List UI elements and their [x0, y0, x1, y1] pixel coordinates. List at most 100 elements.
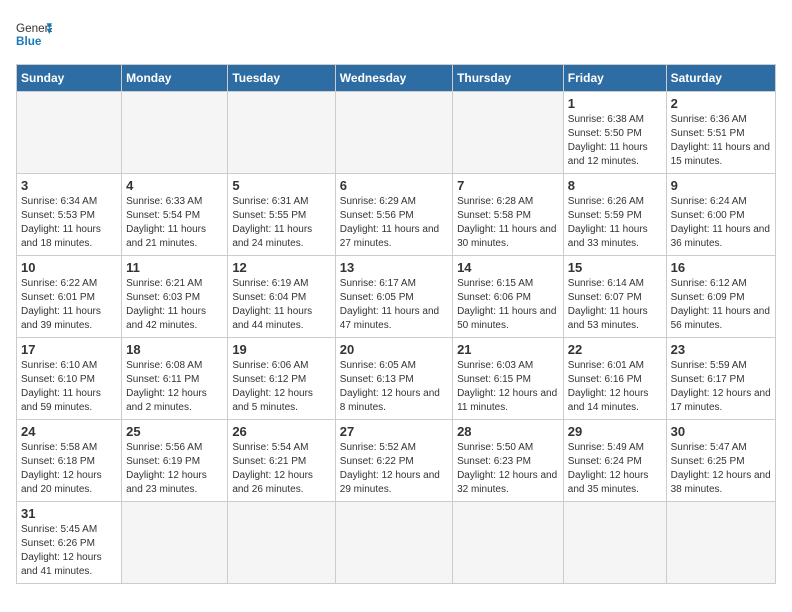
day-cell: 22Sunrise: 6:01 AM Sunset: 6:16 PM Dayli… — [563, 338, 666, 420]
day-cell: 17 Sunrise: 6:10 AM Sunset: 6:10 PM Dayli… — [17, 338, 122, 420]
svg-text:General: General — [16, 22, 52, 35]
day-number: 12 — [232, 260, 330, 275]
day-info: Sunrise: 6:34 AM Sunset: 5:53 PM Dayligh… — [21, 195, 117, 251]
day-number: 19 — [232, 342, 330, 357]
day-cell — [122, 92, 228, 174]
header-day-monday: Monday — [122, 65, 228, 92]
day-cell: 1 Sunrise: 6:38 AM Sunset: 5:50 PM Daylig… — [563, 92, 666, 174]
day-number: 26 — [232, 424, 330, 439]
day-cell: 20 Sunrise: 6:05 AM Sunset: 6:13 PM Dayli… — [335, 338, 452, 420]
day-cell: 10 Sunrise: 6:22 AM Sunset: 6:01 PM Dayli… — [17, 256, 122, 338]
day-info: Sunrise: 6:03 AM Sunset: 6:15 PM Dayligh… — [457, 359, 559, 415]
day-cell: 11 Sunrise: 6:21 AM Sunset: 6:03 PM Dayli… — [122, 256, 228, 338]
day-info: Sunrise: 5:54 AM Sunset: 6:21 PM Dayligh… — [232, 441, 330, 497]
day-info: Sunrise: 5:49 AM Sunset: 6:24 PM Dayligh… — [568, 441, 662, 497]
day-cell: 19 Sunrise: 6:06 AM Sunset: 6:12 PM Dayli… — [228, 338, 335, 420]
day-cell: 4 Sunrise: 6:33 AM Sunset: 5:54 PM Daylig… — [122, 174, 228, 256]
day-number: 27 — [340, 424, 448, 439]
day-info: Sunrise: 5:59 AM Sunset: 6:17 PM Dayligh… — [671, 359, 771, 415]
calendar-table: SundayMondayTuesdayWednesdayThursdayFrid… — [16, 64, 776, 584]
day-info: Sunrise: 6:33 AM Sunset: 5:54 PM Dayligh… — [126, 195, 223, 251]
week-row-4: 24Sunrise: 5:58 AM Sunset: 6:18 PM Dayli… — [17, 420, 776, 502]
day-info: Sunrise: 6:26 AM Sunset: 5:59 PM Dayligh… — [568, 195, 662, 251]
week-row-1: 3 Sunrise: 6:34 AM Sunset: 5:53 PM Daylig… — [17, 174, 776, 256]
day-cell — [563, 502, 666, 584]
day-info: Sunrise: 5:52 AM Sunset: 6:22 PM Dayligh… — [340, 441, 448, 497]
day-number: 1 — [568, 96, 662, 111]
day-cell: 31Sunrise: 5:45 AM Sunset: 6:26 PM Dayli… — [17, 502, 122, 584]
day-info: Sunrise: 6:36 AM Sunset: 5:51 PM Dayligh… — [671, 113, 771, 169]
day-info: Sunrise: 6:08 AM Sunset: 6:11 PM Dayligh… — [126, 359, 223, 415]
day-cell — [335, 92, 452, 174]
day-cell: 18 Sunrise: 6:08 AM Sunset: 6:11 PM Dayli… — [122, 338, 228, 420]
day-number: 16 — [671, 260, 771, 275]
header-row: SundayMondayTuesdayWednesdayThursdayFrid… — [17, 65, 776, 92]
day-info: Sunrise: 5:45 AM Sunset: 6:26 PM Dayligh… — [21, 523, 117, 579]
svg-text:Blue: Blue — [16, 35, 42, 48]
day-number: 23 — [671, 342, 771, 357]
header-day-thursday: Thursday — [453, 65, 564, 92]
header-day-tuesday: Tuesday — [228, 65, 335, 92]
day-number: 17 — [21, 342, 117, 357]
header-day-saturday: Saturday — [666, 65, 775, 92]
day-number: 11 — [126, 260, 223, 275]
day-info: Sunrise: 6:17 AM Sunset: 6:05 PM Dayligh… — [340, 277, 448, 333]
day-cell: 9 Sunrise: 6:24 AM Sunset: 6:00 PM Daylig… — [666, 174, 775, 256]
day-number: 30 — [671, 424, 771, 439]
day-cell: 2 Sunrise: 6:36 AM Sunset: 5:51 PM Daylig… — [666, 92, 775, 174]
day-cell — [17, 92, 122, 174]
day-cell: 28Sunrise: 5:50 AM Sunset: 6:23 PM Dayli… — [453, 420, 564, 502]
day-number: 4 — [126, 178, 223, 193]
day-info: Sunrise: 6:10 AM Sunset: 6:10 PM Dayligh… — [21, 359, 117, 415]
day-number: 29 — [568, 424, 662, 439]
day-number: 13 — [340, 260, 448, 275]
day-number: 8 — [568, 178, 662, 193]
week-row-5: 31Sunrise: 5:45 AM Sunset: 6:26 PM Dayli… — [17, 502, 776, 584]
day-info: Sunrise: 6:28 AM Sunset: 5:58 PM Dayligh… — [457, 195, 559, 251]
day-info: Sunrise: 6:21 AM Sunset: 6:03 PM Dayligh… — [126, 277, 223, 333]
day-cell: 25 Sunrise: 5:56 AM Sunset: 6:19 PM Dayli… — [122, 420, 228, 502]
day-number: 21 — [457, 342, 559, 357]
day-number: 20 — [340, 342, 448, 357]
day-number: 14 — [457, 260, 559, 275]
day-cell: 3 Sunrise: 6:34 AM Sunset: 5:53 PM Daylig… — [17, 174, 122, 256]
day-number: 3 — [21, 178, 117, 193]
day-number: 9 — [671, 178, 771, 193]
day-number: 2 — [671, 96, 771, 111]
day-cell: 27 Sunrise: 5:52 AM Sunset: 6:22 PM Dayli… — [335, 420, 452, 502]
logo-icon: General Blue — [16, 16, 52, 52]
day-info: Sunrise: 6:29 AM Sunset: 5:56 PM Dayligh… — [340, 195, 448, 251]
day-cell — [228, 92, 335, 174]
day-number: 5 — [232, 178, 330, 193]
day-cell: 5 Sunrise: 6:31 AM Sunset: 5:55 PM Daylig… — [228, 174, 335, 256]
day-info: Sunrise: 6:06 AM Sunset: 6:12 PM Dayligh… — [232, 359, 330, 415]
day-info: Sunrise: 6:22 AM Sunset: 6:01 PM Dayligh… — [21, 277, 117, 333]
day-cell: 30Sunrise: 5:47 AM Sunset: 6:25 PM Dayli… — [666, 420, 775, 502]
day-info: Sunrise: 6:24 AM Sunset: 6:00 PM Dayligh… — [671, 195, 771, 251]
day-info: Sunrise: 6:05 AM Sunset: 6:13 PM Dayligh… — [340, 359, 448, 415]
day-info: Sunrise: 5:56 AM Sunset: 6:19 PM Dayligh… — [126, 441, 223, 497]
day-number: 7 — [457, 178, 559, 193]
day-cell: 29 Sunrise: 5:49 AM Sunset: 6:24 PM Dayli… — [563, 420, 666, 502]
day-cell — [122, 502, 228, 584]
day-cell: 14Sunrise: 6:15 AM Sunset: 6:06 PM Dayli… — [453, 256, 564, 338]
day-number: 25 — [126, 424, 223, 439]
day-cell: 7 Sunrise: 6:28 AM Sunset: 5:58 PM Daylig… — [453, 174, 564, 256]
day-cell: 6Sunrise: 6:29 AM Sunset: 5:56 PM Daylig… — [335, 174, 452, 256]
header-day-wednesday: Wednesday — [335, 65, 452, 92]
day-cell: 24Sunrise: 5:58 AM Sunset: 6:18 PM Dayli… — [17, 420, 122, 502]
day-number: 24 — [21, 424, 117, 439]
day-info: Sunrise: 6:31 AM Sunset: 5:55 PM Dayligh… — [232, 195, 330, 251]
day-cell — [666, 502, 775, 584]
day-number: 15 — [568, 260, 662, 275]
day-number: 18 — [126, 342, 223, 357]
day-number: 10 — [21, 260, 117, 275]
day-cell — [453, 92, 564, 174]
day-info: Sunrise: 6:19 AM Sunset: 6:04 PM Dayligh… — [232, 277, 330, 333]
day-cell: 23 Sunrise: 5:59 AM Sunset: 6:17 PM Dayli… — [666, 338, 775, 420]
day-info: Sunrise: 6:38 AM Sunset: 5:50 PM Dayligh… — [568, 113, 662, 169]
day-cell: 15Sunrise: 6:14 AM Sunset: 6:07 PM Dayli… — [563, 256, 666, 338]
day-number: 28 — [457, 424, 559, 439]
logo: General Blue — [16, 16, 52, 52]
day-cell — [228, 502, 335, 584]
